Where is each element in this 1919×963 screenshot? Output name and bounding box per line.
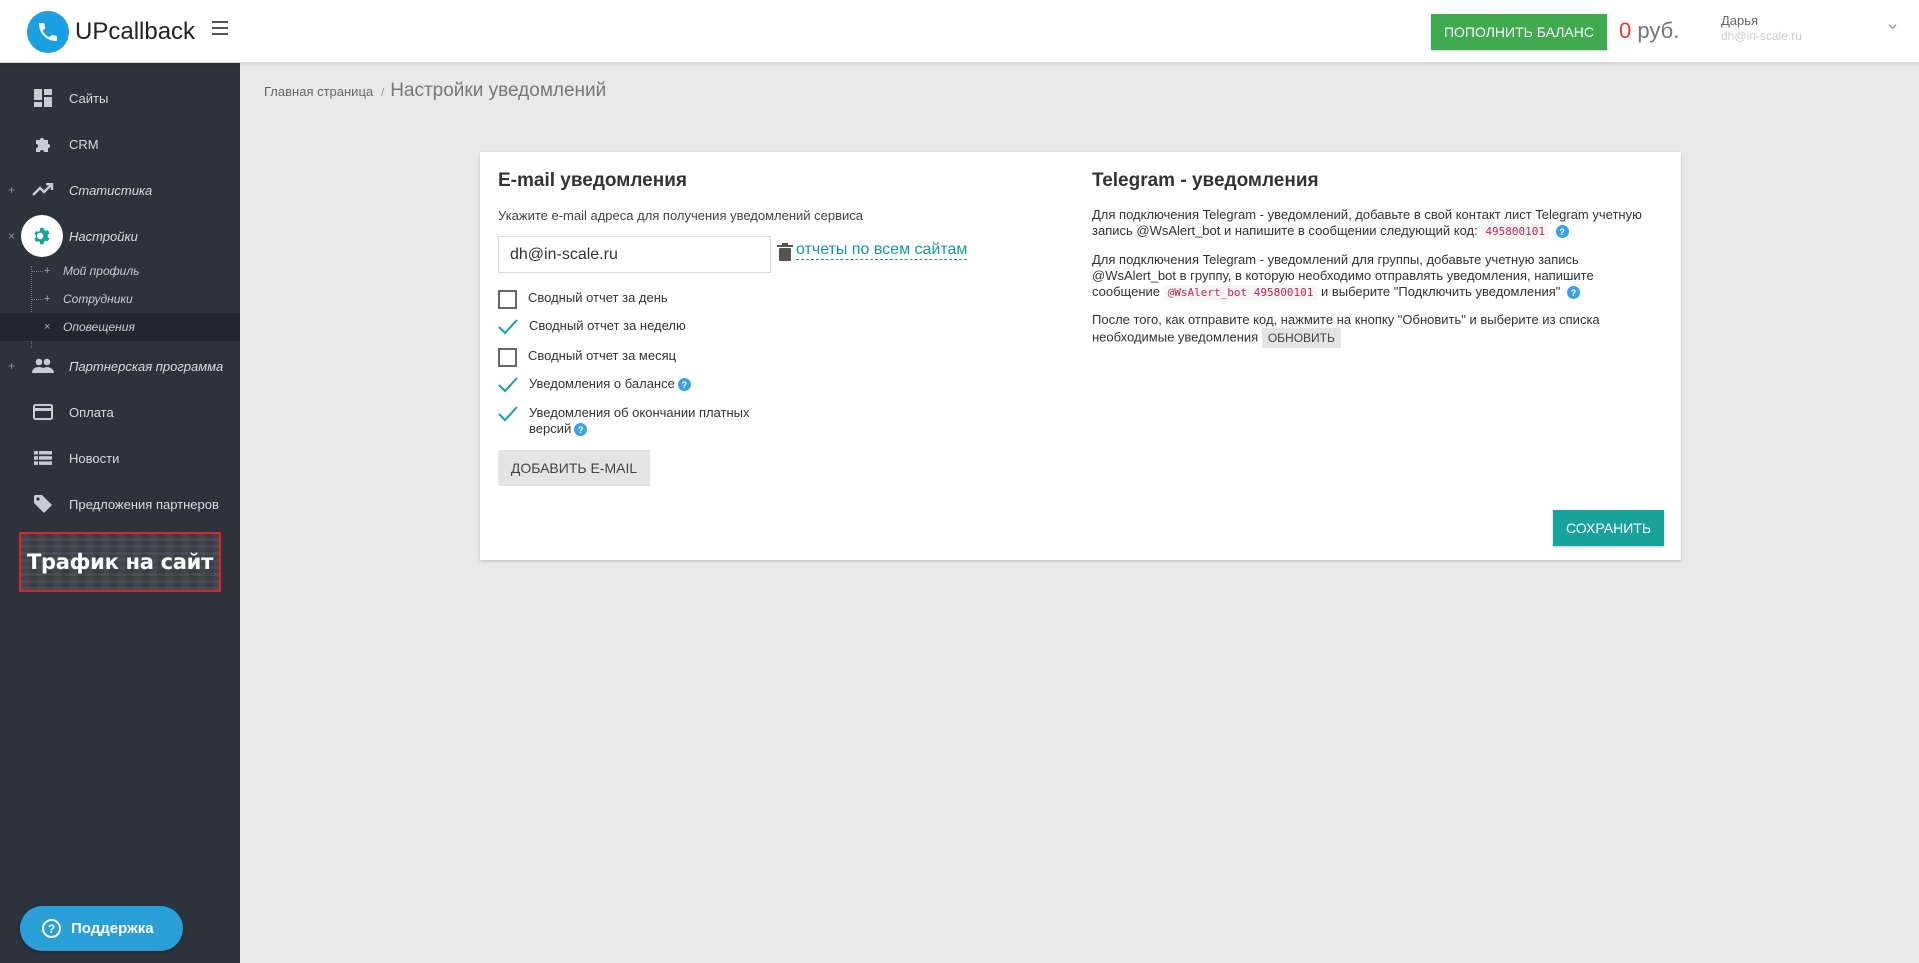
refresh-button[interactable]: ОБНОВИТЬ [1261, 328, 1341, 348]
sidebar-item-label: Предложения партнеров [69, 496, 219, 512]
expand-plus-icon: + [44, 293, 51, 305]
expand-plus-icon: + [44, 265, 51, 277]
balance-amount: 0 [1619, 18, 1632, 43]
breadcrumb: Главная страница / Настройки уведомлений [264, 80, 606, 102]
breadcrumb-separator: / [381, 87, 385, 99]
help-icon[interactable]: ? [1567, 286, 1581, 300]
credit-card-icon [32, 401, 54, 423]
list-icon [32, 447, 54, 469]
people-icon [32, 355, 54, 377]
sidebar-item-partner-offers[interactable]: Предложения партнеров [0, 484, 240, 524]
checkbox-unchecked[interactable] [498, 348, 517, 367]
sidebar-subitem-notifications[interactable]: × Оповещения [0, 313, 240, 341]
help-icon[interactable]: ? [574, 423, 588, 437]
sidebar-item-label: Оплата [69, 404, 114, 420]
checkmark-icon[interactable] [498, 405, 518, 423]
sidebar-subitem-employees[interactable]: + Сотрудники [0, 285, 240, 313]
all-sites-reports-link[interactable]: отчеты по всем сайтам [796, 241, 968, 260]
sidebar-item-label: Сайты [69, 90, 109, 106]
user-menu[interactable]: Дарья dh@in-scale.ru [1721, 13, 1802, 43]
checkbox-label: Сводный отчет за месяц [528, 348, 677, 363]
page-title: Настройки уведомлений [390, 80, 607, 101]
user-name: Дарья [1721, 13, 1759, 28]
sidebar-subitem-label: Оповещения [63, 320, 135, 334]
checkbox-weekly-report[interactable]: Сводный отчет за неделю [498, 318, 686, 336]
notification-settings-card: E-mail уведомления Укажите e-mail адреса… [480, 152, 1681, 560]
telegram-instruction-personal: Для подключения Telegram - уведомлений, … [1092, 207, 1662, 240]
balance-display: 0 руб. [1619, 18, 1679, 44]
collapse-x-icon[interactable]: × [8, 229, 15, 243]
sidebar-item-sites[interactable]: Сайты [0, 78, 240, 118]
sidebar-subitem-my-profile[interactable]: + Мой профиль [0, 257, 240, 285]
sidebar-subitem-label: Сотрудники [63, 292, 133, 306]
trash-icon[interactable] [777, 243, 793, 261]
sidebar: Сайты CRM + Статистика × Настройки + Мой… [0, 63, 240, 963]
gear-icon [21, 215, 63, 257]
support-button[interactable]: ? Поддержка [20, 906, 183, 951]
email-section-title: E-mail уведомления [498, 170, 687, 191]
expand-plus-icon[interactable]: + [8, 359, 15, 373]
save-button[interactable]: СОХРАНИТЬ [1553, 510, 1664, 546]
sidebar-item-label: Статистика [69, 182, 153, 198]
question-icon: ? [42, 919, 61, 938]
checkbox-label: Сводный отчет за неделю [529, 318, 686, 333]
sidebar-item-payment[interactable]: Оплата [0, 392, 240, 432]
support-label: Поддержка [71, 920, 154, 937]
balance-currency: руб. [1637, 18, 1680, 43]
expand-plus-icon[interactable]: + [8, 183, 15, 197]
checkbox-label-wrap: Уведомления об окончании платных версий? [529, 405, 750, 437]
scrollbar-track[interactable] [1911, 63, 1919, 963]
telegram-text: После того, как отправите код, нажмите н… [1092, 312, 1600, 345]
help-icon[interactable]: ? [1555, 225, 1569, 239]
add-email-button[interactable]: ДОБАВИТЬ E-MAIL [498, 450, 650, 486]
dashboard-icon [32, 87, 54, 109]
trending-up-icon [32, 179, 54, 201]
close-icon: × [44, 321, 51, 333]
sidebar-item-settings[interactable]: × Настройки [0, 215, 240, 257]
user-email: dh@in-scale.ru [1721, 29, 1802, 43]
telegram-code: 495800101 [1481, 224, 1549, 239]
tag-icon [32, 493, 54, 515]
checkbox-label: Уведомления о балансе [529, 376, 675, 391]
sidebar-item-label: Партнерская программа [69, 358, 224, 374]
traffic-banner-text: Трафик на сайт [27, 550, 213, 574]
email-hint: Укажите e-mail адреса для получения увед… [498, 208, 864, 223]
checkbox-label-line1: Уведомления об окончании платных [529, 405, 750, 420]
checkbox-monthly-report[interactable]: Сводный отчет за месяц [498, 348, 676, 367]
sidebar-subitem-label: Мой профиль [63, 264, 140, 278]
telegram-instruction-group: Для подключения Telegram - уведомлений д… [1092, 252, 1662, 301]
sidebar-item-label: Новости [69, 450, 120, 466]
checkbox-label-wrap: Уведомления о балансе? [529, 376, 691, 392]
telegram-instruction-refresh: После того, как отправите код, нажмите н… [1092, 312, 1662, 348]
sidebar-item-label: Настройки [69, 228, 138, 244]
telegram-text-tail: и выберите "Подключить уведомления" [1320, 284, 1561, 299]
checkmark-icon[interactable] [498, 376, 518, 394]
top-header: UPcallback ПОПОЛНИТЬ БАЛАНС 0 руб. Дарья… [0, 0, 1919, 63]
logo[interactable]: UPcallback [27, 11, 195, 53]
traffic-promo-banner[interactable]: Трафик на сайт [19, 532, 221, 592]
puzzle-icon [32, 133, 54, 155]
menu-toggle-icon[interactable] [212, 21, 228, 35]
breadcrumb-home-link[interactable]: Главная страница [264, 84, 373, 99]
phone-icon [27, 11, 69, 53]
sidebar-item-label: CRM [69, 136, 99, 152]
checkbox-balance-notifications[interactable]: Уведомления о балансе? [498, 376, 691, 394]
checkbox-daily-report[interactable]: Сводный отчет за день [498, 290, 668, 309]
email-input[interactable] [498, 236, 771, 273]
checkbox-label: Сводный отчет за день [528, 290, 668, 305]
sidebar-item-news[interactable]: Новости [0, 438, 240, 478]
chevron-down-icon[interactable] [1888, 22, 1897, 31]
checkbox-unchecked[interactable] [498, 290, 517, 309]
checkmark-icon[interactable] [498, 318, 518, 336]
checkbox-paid-versions-expiry[interactable]: Уведомления об окончании платных версий? [498, 405, 750, 437]
sidebar-item-statistics[interactable]: + Статистика [0, 170, 240, 210]
help-icon[interactable]: ? [677, 378, 691, 392]
telegram-section-title: Telegram - уведомления [1092, 170, 1319, 191]
logo-text: UPcallback [75, 18, 196, 45]
telegram-group-code: @WsAlert_bot 495800101 [1163, 285, 1318, 300]
topup-balance-button[interactable]: ПОПОЛНИТЬ БАЛАНС [1431, 14, 1607, 50]
checkbox-label-line2: версий [529, 421, 572, 436]
sidebar-item-crm[interactable]: CRM [0, 124, 240, 164]
sidebar-item-partner-program[interactable]: + Партнерская программа [0, 346, 240, 386]
